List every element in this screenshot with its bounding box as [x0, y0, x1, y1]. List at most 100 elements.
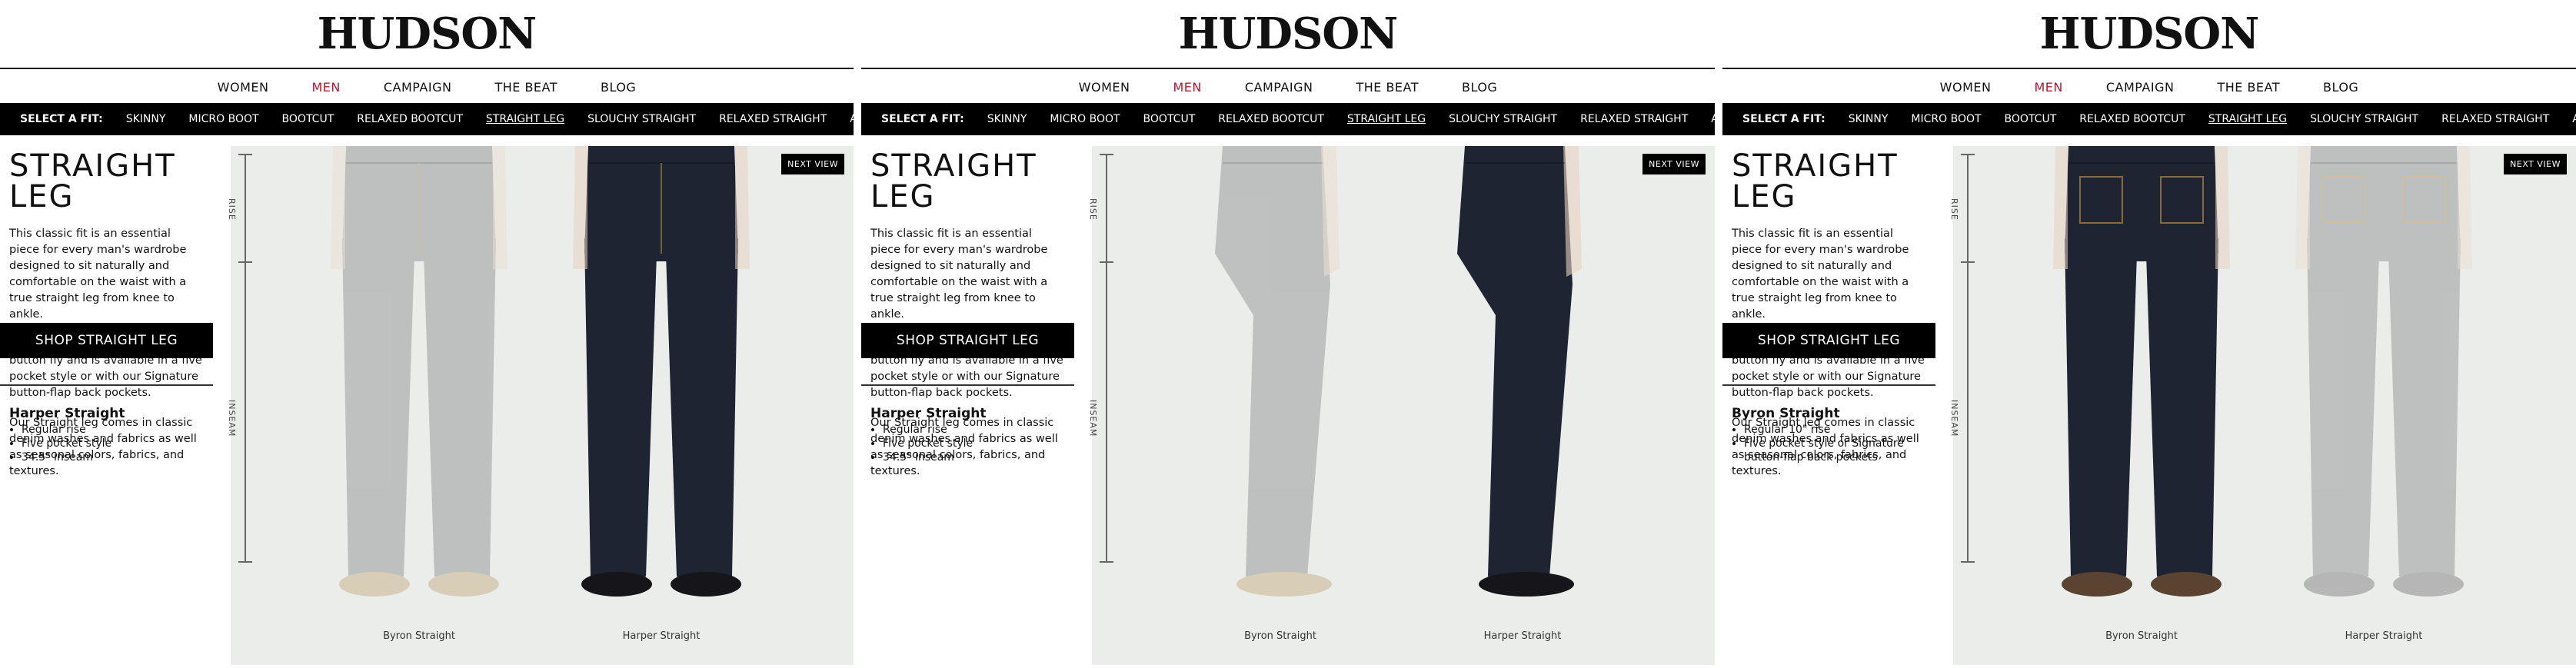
fit-option[interactable]: RELAXED STRAIGHT	[2441, 113, 2549, 125]
fit-option[interactable]: SLOUCHY STRAIGHT	[1449, 113, 1557, 125]
jeans-figure-dark	[1457, 146, 1582, 597]
jeans-figure-dark	[2053, 146, 2230, 597]
main-nav-item[interactable]: CAMPAIGN	[384, 80, 452, 95]
rise-label: RISE	[1949, 198, 1959, 221]
product-title: STRAIGHT LEG	[1732, 148, 1899, 214]
spec-item: Regular rise	[883, 423, 1070, 437]
fit-option[interactable]: ATHLETIC	[850, 113, 854, 125]
fit-option[interactable]: SKINNY	[987, 113, 1027, 125]
main-nav-item[interactable]: WOMEN	[1079, 80, 1130, 95]
spec-item: Regular rise	[22, 423, 209, 437]
next-view-button[interactable]: NEXT VIEW	[781, 154, 844, 174]
product-title: STRAIGHT LEG	[9, 148, 176, 214]
fit-option[interactable]: SKINNY	[1849, 113, 1889, 125]
main-nav-item[interactable]: WOMEN	[1940, 80, 1992, 95]
main-nav-item[interactable]: BLOG	[601, 80, 636, 95]
scale-line	[1106, 154, 1107, 561]
jeans-image-stage: RISE INSEAM NEXT VIEW Byron Straight Harper …	[227, 146, 854, 665]
product-view-panel: HUDSON WOMEN MEN CAMPAIGN THE BEAT BLOG SELECT…	[0, 0, 854, 668]
main-nav-item[interactable]: THE BEAT	[1356, 80, 1419, 95]
jeans-caption: Harper Straight	[2345, 630, 2423, 642]
main-nav-item[interactable]: THE BEAT	[2217, 80, 2280, 95]
brand-logo[interactable]: HUDSON	[0, 0, 854, 68]
fit-label: SELECT A FIT:	[20, 113, 103, 125]
shop-straight-leg-button[interactable]: SHOP STRAIGHT LEG	[861, 323, 1074, 358]
fit-option[interactable]: RELAXED STRAIGHT	[719, 113, 827, 125]
spec-item: Regular 10" rise	[1744, 423, 1932, 437]
fit-option[interactable]: RELAXED STRAIGHT	[1580, 113, 1688, 125]
fit-selector-bar: SELECT A FIT: SKINNY MICRO BOOT BOOTCUT RELA…	[1722, 103, 2576, 135]
brand-logo[interactable]: HUDSON	[1722, 0, 2576, 68]
fit-selector-bar: SELECT A FIT: SKINNY MICRO BOOT BOOTCUT RELA…	[0, 103, 854, 135]
style-spec: Harper Straight Regular riseFive pocket s…	[9, 406, 209, 464]
fit-option[interactable]: RELAXED BOOTCUT	[1218, 113, 1324, 125]
brand-logo[interactable]: HUDSON	[861, 0, 1715, 68]
fit-option[interactable]: SKINNY	[126, 113, 166, 125]
jeans-model-image	[2053, 146, 2472, 597]
fit-option[interactable]: STRAIGHT LEG	[486, 113, 564, 125]
jeans-figure-dark	[573, 146, 750, 597]
fit-option[interactable]: RELAXED BOOTCUT	[2079, 113, 2185, 125]
page-row: HUDSON WOMEN MEN CAMPAIGN THE BEAT BLOG SELECT…	[0, 0, 2576, 668]
measurement-scale: RISE INSEAM	[1949, 154, 1992, 563]
next-view-button[interactable]: NEXT VIEW	[2504, 154, 2567, 174]
description-paragraph: This classic fit is an essential piece f…	[9, 228, 187, 321]
jeans-figure-light	[331, 146, 508, 597]
scale-tick	[1961, 561, 1975, 563]
main-nav-item[interactable]: MEN	[311, 80, 340, 95]
fit-option[interactable]: BOOTCUT	[282, 113, 334, 125]
fit-option[interactable]: STRAIGHT LEG	[1347, 113, 1426, 125]
jeans-figure-light	[1215, 146, 1340, 597]
spec-item: Five pocket style	[22, 437, 209, 450]
spec-title: Harper Straight	[870, 406, 987, 421]
scale-tick	[1100, 154, 1113, 155]
inseam-label: INSEAM	[1088, 400, 1098, 437]
measurement-scale: RISE INSEAM	[1088, 154, 1130, 563]
main-nav-item[interactable]: MEN	[2034, 80, 2062, 95]
scale-tick	[1100, 561, 1113, 563]
description-paragraph: This classic fit is an essential piece f…	[1732, 228, 1909, 321]
main-nav-item[interactable]: BLOG	[1462, 80, 1497, 95]
inseam-label: INSEAM	[227, 400, 237, 437]
fit-option[interactable]: MICRO BOOT	[1050, 113, 1120, 125]
rise-label: RISE	[227, 198, 237, 221]
spec-title: Harper Straight	[9, 406, 125, 421]
product-view-panel: HUDSON WOMEN MEN CAMPAIGN THE BEAT BLOG SELECT…	[1722, 0, 2576, 668]
rise-label: RISE	[1088, 198, 1098, 221]
jeans-model-image	[1215, 146, 1582, 597]
fit-option[interactable]: STRAIGHT LEG	[2208, 113, 2287, 125]
style-spec: Byron Straight Regular 10" riseFive pocke…	[1732, 406, 1932, 464]
shop-straight-leg-button[interactable]: SHOP STRAIGHT LEG	[1722, 323, 1935, 358]
scale-line	[245, 154, 246, 561]
measurement-scale: RISE INSEAM	[227, 154, 269, 563]
fit-selector-bar: SELECT A FIT: SKINNY MICRO BOOT BOOTCUT RELA…	[861, 103, 1715, 135]
fit-option[interactable]: MICRO BOOT	[188, 113, 258, 125]
spec-list: Regular riseFive pocket style34.5" insea…	[870, 423, 1070, 464]
fit-option[interactable]: BOOTCUT	[2005, 113, 2057, 125]
main-nav-item[interactable]: CAMPAIGN	[1245, 80, 1313, 95]
main-nav: WOMEN MEN CAMPAIGN THE BEAT BLOG	[1722, 68, 2576, 106]
scale-tick	[1961, 154, 1975, 155]
main-nav-item[interactable]: CAMPAIGN	[2106, 80, 2175, 95]
main-nav-item[interactable]: THE BEAT	[494, 80, 557, 95]
fit-option[interactable]: MICRO BOOT	[1911, 113, 1981, 125]
main-nav-item[interactable]: MEN	[1173, 80, 1201, 95]
jeans-caption: Harper Straight	[622, 630, 701, 642]
next-view-button[interactable]: NEXT VIEW	[1642, 154, 1706, 174]
divider	[861, 384, 1074, 386]
fit-option[interactable]: ATHLETIC	[2572, 113, 2576, 125]
jeans-caption: Byron Straight	[2105, 630, 2178, 642]
main-nav-item[interactable]: WOMEN	[218, 80, 269, 95]
shop-straight-leg-button[interactable]: SHOP STRAIGHT LEG	[0, 323, 213, 358]
fit-option[interactable]: SLOUCHY STRAIGHT	[587, 113, 696, 125]
spec-item: Five pocket style or Signature button-fl…	[1744, 437, 1932, 464]
scale-tick	[238, 154, 252, 155]
fit-option[interactable]: ATHLETIC	[1711, 113, 1715, 125]
divider	[1722, 384, 1935, 386]
main-nav-item[interactable]: BLOG	[2323, 80, 2358, 95]
fit-option[interactable]: BOOTCUT	[1143, 113, 1196, 125]
fit-option[interactable]: SLOUCHY STRAIGHT	[2310, 113, 2418, 125]
fit-option[interactable]: RELAXED BOOTCUT	[357, 113, 463, 125]
spec-list: Regular 10" riseFive pocket style or Sig…	[1732, 423, 1932, 464]
spec-list: Regular riseFive pocket style34.5" insea…	[9, 423, 209, 464]
